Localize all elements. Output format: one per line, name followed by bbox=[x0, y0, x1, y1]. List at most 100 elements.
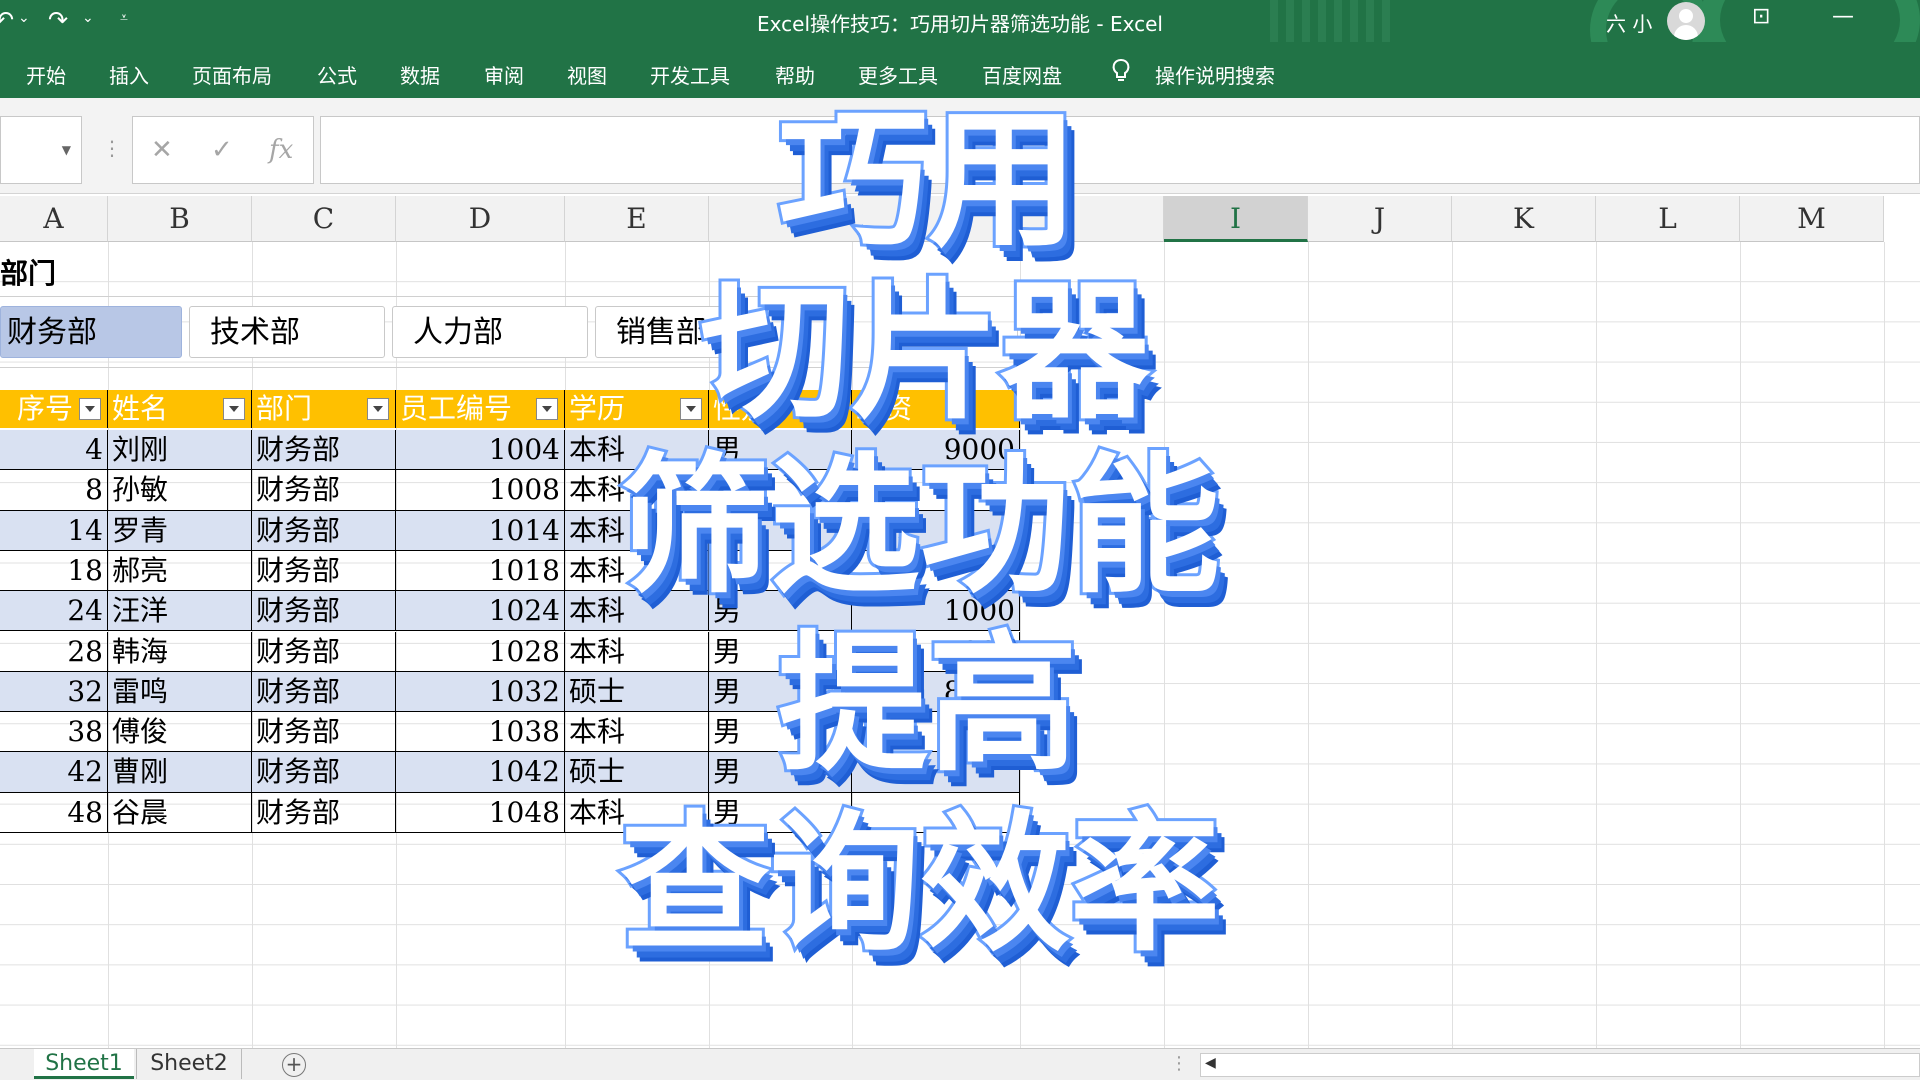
tab-developer[interactable]: 开发工具 bbox=[650, 60, 730, 89]
slicer-item-sales[interactable]: 销售部 bbox=[595, 306, 725, 358]
cell-dept[interactable]: 财务部 bbox=[252, 712, 396, 753]
cell-gender[interactable]: 男 bbox=[709, 712, 852, 753]
chevron-down-icon[interactable]: ▼ bbox=[62, 143, 71, 157]
cell-no[interactable]: 4 bbox=[0, 430, 108, 470]
cell-dept[interactable]: 财务部 bbox=[252, 631, 396, 672]
cell-no[interactable]: 28 bbox=[0, 631, 108, 672]
table-row[interactable]: 8 孙敏 财务部 1008 本科女 bbox=[0, 470, 1020, 511]
ribbon-display-options-icon[interactable]: ⊡ bbox=[1752, 4, 1770, 29]
avatar[interactable] bbox=[1667, 2, 1705, 40]
cell-gender[interactable]: 男 bbox=[709, 430, 852, 470]
add-sheet-icon[interactable]: + bbox=[282, 1053, 306, 1077]
cell-salary[interactable]: 8000 bbox=[852, 671, 1020, 712]
tab-baidu-netdisk[interactable]: 百度网盘 bbox=[982, 60, 1062, 89]
horizontal-scrollbar[interactable]: ◀ bbox=[1200, 1053, 1920, 1077]
cell-dept[interactable]: 财务部 bbox=[252, 430, 396, 470]
cell-dept[interactable]: 财务部 bbox=[252, 792, 396, 833]
table-row[interactable]: 18 郝亮 财务部 1018 本科男 bbox=[0, 550, 1020, 592]
slicer-item-tech[interactable]: 技术部 bbox=[189, 306, 385, 358]
cell-emp-no[interactable]: 1048 bbox=[396, 792, 565, 833]
cell-dept[interactable]: 财务部 bbox=[252, 550, 396, 591]
cell-education[interactable]: 本科 bbox=[565, 591, 709, 632]
user-name[interactable]: 六 小 bbox=[1606, 8, 1652, 37]
cell-education[interactable]: 本科 bbox=[565, 510, 709, 551]
cell-name[interactable]: 郝亮 bbox=[108, 550, 252, 591]
cell-name[interactable]: 雷鸣 bbox=[108, 671, 252, 712]
sheet-tab-sheet2[interactable]: Sheet2 bbox=[136, 1049, 242, 1079]
column-header-k[interactable]: K bbox=[1452, 196, 1596, 242]
cell-dept[interactable]: 财务部 bbox=[252, 671, 396, 712]
cell-salary[interactable]: 9000 bbox=[852, 430, 1020, 470]
cell-education[interactable]: 硕士 bbox=[565, 752, 709, 793]
cell-emp-no[interactable]: 1024 bbox=[396, 591, 565, 632]
table-row[interactable]: 42 曹刚 财务部 1042 硕士男 bbox=[0, 752, 1020, 793]
cell-gender[interactable]: 男 bbox=[709, 631, 852, 672]
column-header-e[interactable]: E bbox=[565, 196, 709, 242]
cell-education[interactable]: 本科 bbox=[565, 631, 709, 672]
cell-emp-no[interactable]: 1028 bbox=[396, 631, 565, 672]
cell-name[interactable]: 韩海 bbox=[108, 631, 252, 672]
cell-name[interactable]: 谷晨 bbox=[108, 792, 252, 833]
table-row[interactable]: 38 傅俊 财务部 1038 本科男 bbox=[0, 712, 1020, 753]
cell-name[interactable]: 曹刚 bbox=[108, 752, 252, 793]
tab-formulas[interactable]: 公式 bbox=[317, 60, 357, 89]
cell-no[interactable]: 8 bbox=[0, 470, 108, 511]
cell-no[interactable]: 24 bbox=[0, 591, 108, 632]
cell-salary[interactable]: 7000 bbox=[852, 631, 1020, 672]
tab-more-tools[interactable]: 更多工具 bbox=[858, 60, 938, 89]
cell-emp-no[interactable]: 1014 bbox=[396, 510, 565, 551]
tab-review[interactable]: 审阅 bbox=[484, 60, 524, 89]
column-header-b[interactable]: B bbox=[108, 196, 252, 242]
tab-home[interactable]: 开始 bbox=[26, 60, 66, 89]
cell-education[interactable]: 本科 bbox=[565, 430, 709, 470]
cell-salary[interactable]: 1000 bbox=[852, 591, 1020, 632]
cell-gender[interactable]: 男 bbox=[709, 671, 852, 712]
cell-gender[interactable]: 女 bbox=[709, 470, 852, 511]
cell-salary[interactable] bbox=[852, 510, 1020, 551]
table-row[interactable]: 14 罗青 财务部 1014 本科男 bbox=[0, 510, 1020, 551]
column-header-a[interactable]: A bbox=[0, 196, 108, 242]
formula-input[interactable] bbox=[320, 116, 1920, 184]
column-header-hidden-region[interactable] bbox=[709, 196, 1164, 242]
filter-active-icon[interactable] bbox=[367, 398, 389, 420]
cell-name[interactable]: 刘刚 bbox=[108, 430, 252, 470]
filter-dropdown-icon[interactable] bbox=[536, 398, 558, 420]
tab-view[interactable]: 视图 bbox=[567, 60, 607, 89]
cell-salary[interactable] bbox=[852, 470, 1020, 511]
table-row[interactable]: 32 雷鸣 财务部 1032 硕士男 8000 bbox=[0, 671, 1020, 713]
tell-me-search[interactable]: 操作说明搜索 bbox=[1155, 60, 1275, 89]
enter-icon[interactable]: ✓ bbox=[211, 135, 233, 165]
cell-emp-no[interactable]: 1042 bbox=[396, 752, 565, 793]
tab-split-handle[interactable]: ⋮ bbox=[1170, 1053, 1188, 1074]
cell-no[interactable]: 42 bbox=[0, 752, 108, 793]
cell-education[interactable]: 硕士 bbox=[565, 671, 709, 712]
cell-education[interactable]: 本科 bbox=[565, 712, 709, 753]
table-row[interactable]: 24 汪洋 财务部 1024 本科男 1000 bbox=[0, 591, 1020, 632]
filter-dropdown-icon[interactable] bbox=[680, 398, 702, 420]
filter-dropdown-icon[interactable] bbox=[79, 398, 101, 420]
minimize-icon[interactable]: — bbox=[1832, 4, 1854, 29]
cell-dept[interactable]: 财务部 bbox=[252, 752, 396, 793]
cell-no[interactable]: 14 bbox=[0, 510, 108, 551]
table-row[interactable]: 48 谷晨 财务部 1048 本科男 bbox=[0, 792, 1020, 833]
cell-name[interactable]: 罗青 bbox=[108, 510, 252, 551]
cell-emp-no[interactable]: 1018 bbox=[396, 550, 565, 591]
cell-education[interactable]: 本科 bbox=[565, 550, 709, 591]
slicer-item-hr[interactable]: 人力部 bbox=[392, 306, 588, 358]
cell-salary[interactable] bbox=[852, 712, 1020, 753]
cell-emp-no[interactable]: 1032 bbox=[396, 671, 565, 712]
cancel-icon[interactable]: ✕ bbox=[151, 135, 173, 165]
cell-emp-no[interactable]: 1038 bbox=[396, 712, 565, 753]
tab-page-layout[interactable]: 页面布局 bbox=[192, 60, 272, 89]
cell-dept[interactable]: 财务部 bbox=[252, 510, 396, 551]
cell-salary[interactable] bbox=[852, 752, 1020, 793]
cell-name[interactable]: 孙敏 bbox=[108, 470, 252, 511]
tab-data[interactable]: 数据 bbox=[400, 60, 440, 89]
cell-dept[interactable]: 财务部 bbox=[252, 470, 396, 511]
column-header-c[interactable]: C bbox=[252, 196, 396, 242]
tab-help[interactable]: 帮助 bbox=[775, 60, 815, 89]
table-row[interactable]: 4 刘刚 财务部 1004 本科男 9000 bbox=[0, 430, 1020, 471]
slicer-item-finance[interactable]: 财务部 bbox=[0, 306, 182, 358]
cell-no[interactable]: 32 bbox=[0, 671, 108, 712]
cell-salary[interactable] bbox=[852, 550, 1020, 591]
